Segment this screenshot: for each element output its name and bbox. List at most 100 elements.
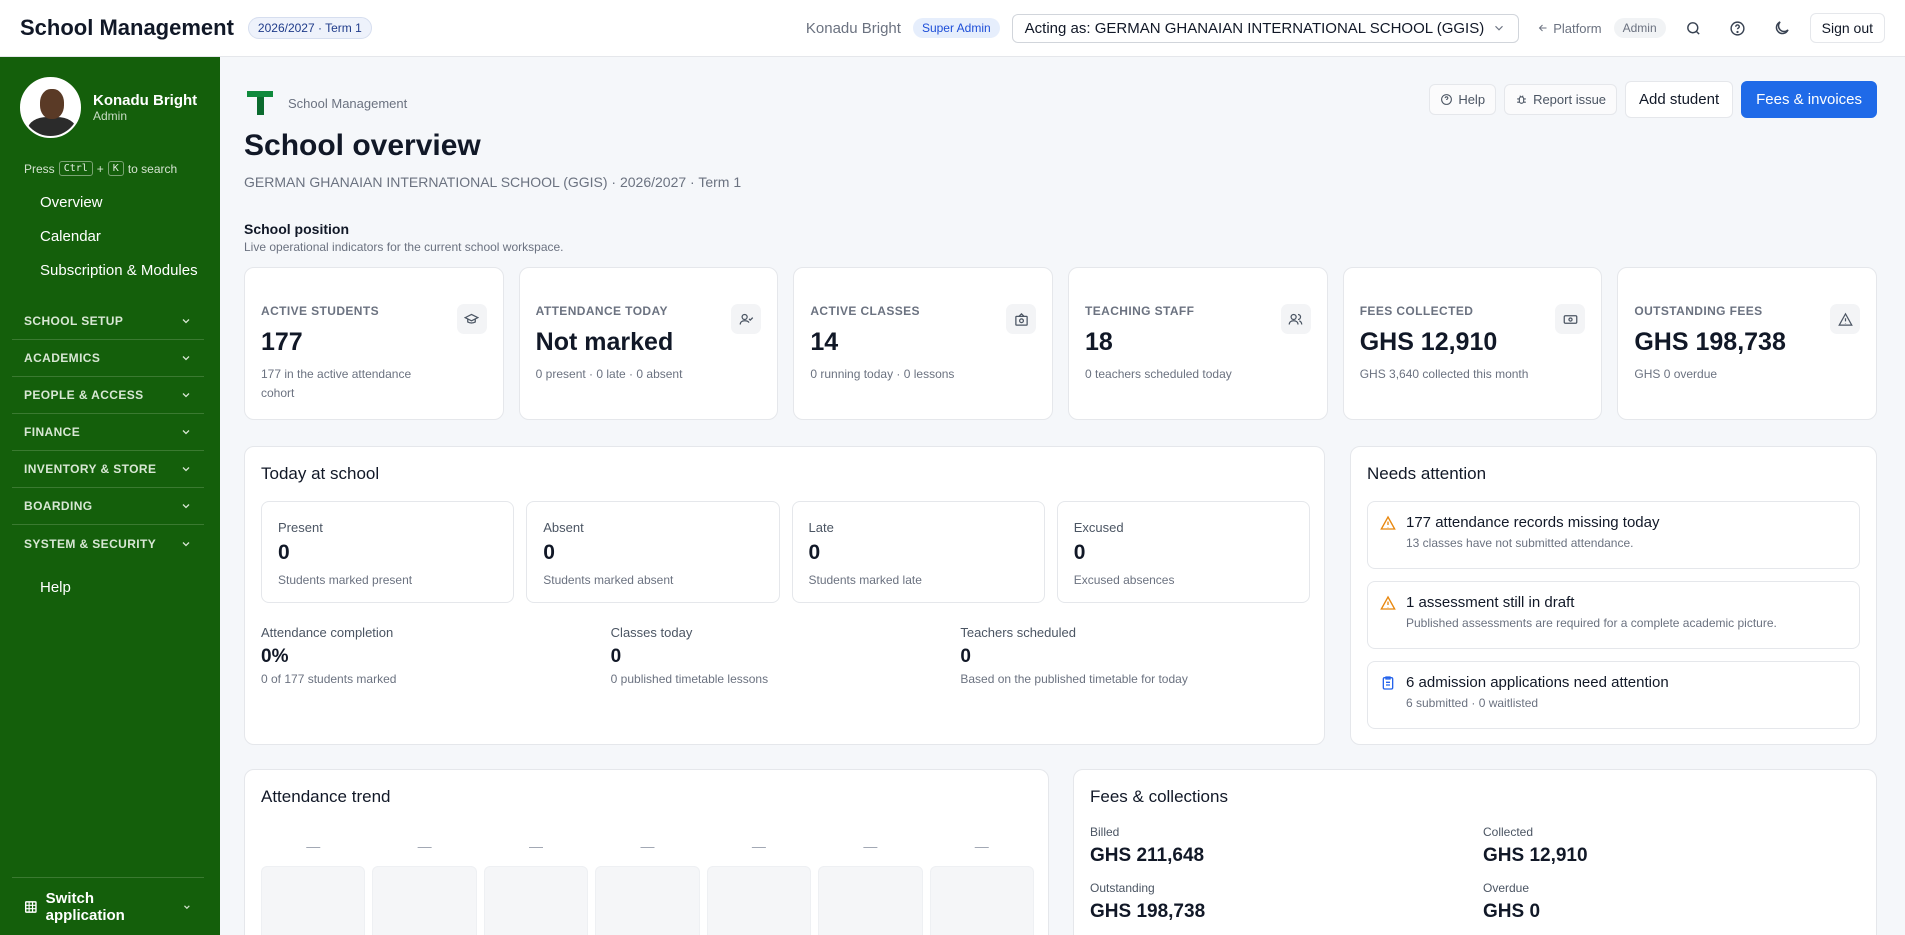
switch-application-button[interactable]: Switch application (12, 877, 204, 935)
acting-as-label: Acting as: GERMAN GHANAIAN INTERNATIONAL… (1024, 19, 1485, 37)
fees-collections-card: Fees & collections Billed GHS 211,648 Col… (1073, 769, 1877, 935)
trend-column: — (929, 838, 1034, 935)
users-icon (1280, 304, 1311, 334)
help-button[interactable]: Help (1429, 84, 1497, 115)
alert-item-assessment[interactable]: 1 assessment still in draft Published as… (1367, 581, 1860, 649)
sidebar-group-system-security[interactable]: SYSTEM & SECURITY (12, 525, 204, 562)
help-circle-button[interactable] (1722, 12, 1754, 44)
fee-label: Outstanding (1090, 881, 1155, 895)
stat-card-outstanding-fees[interactable]: OUTSTANDING FEES GHS 198,738 GHS 0 overd… (1617, 267, 1878, 420)
profile-role: Admin (93, 109, 128, 123)
warning-icon (1380, 515, 1396, 530)
sidebar-group-school-setup[interactable]: SCHOOL SETUP (12, 303, 204, 340)
mini-note: Excused absences (1073, 573, 1175, 587)
search-hint: Press Ctrl + K to search (24, 161, 177, 176)
stat-value: Not marked (535, 328, 674, 356)
alert-title: 6 admission applications need attention (1406, 674, 1669, 691)
alert-title: 177 attendance records missing today (1406, 514, 1660, 531)
trend-bar (372, 866, 477, 935)
alert-item-admissions[interactable]: 6 admission applications need attention … (1367, 661, 1860, 729)
fee-label: Collected (1483, 825, 1534, 839)
platform-label: Platform (1553, 20, 1602, 36)
mini-value: 0 (1073, 541, 1086, 564)
group-label: BOARDING (24, 499, 93, 513)
chevron-down-icon (184, 904, 190, 909)
stat-label: OUTSTANDING FEES (1634, 304, 1763, 318)
alert-note: 13 classes have not submitted attendance… (1406, 536, 1634, 550)
alert-note: Published assessments are required for a… (1406, 616, 1777, 630)
attendance-breakdown: Present 0 Students marked present Absent… (261, 501, 1310, 603)
needs-attention-card: Needs attention 177 attendance records m… (1350, 446, 1877, 745)
stat-label: ACTIVE STUDENTS (261, 304, 380, 318)
profile[interactable]: Konadu Bright Admin (20, 77, 197, 138)
alert-note: 6 submitted · 0 waitlisted (1406, 696, 1539, 710)
sidebar-item-help[interactable]: Help (40, 579, 71, 596)
stat-note: GHS 0 overdue (1634, 367, 1718, 381)
trend-column: — (261, 838, 366, 935)
sidebar-groups: SCHOOL SETUP ACADEMICS PEOPLE & ACCESS F… (12, 303, 204, 562)
kbd-k: K (107, 161, 124, 176)
sidebar-group-finance[interactable]: FINANCE (12, 414, 204, 451)
today-at-school-card: Today at school Present 0 Students marke… (244, 446, 1325, 745)
sidebar-item-calendar[interactable]: Calendar (40, 219, 210, 253)
sidebar-group-academics[interactable]: ACADEMICS (12, 340, 204, 377)
fee-value: GHS 211,648 (1090, 845, 1205, 866)
trend-bar (483, 866, 589, 935)
clipboard-icon (1382, 676, 1394, 690)
acting-as-select[interactable]: Acting as: GERMAN GHANAIAN INTERNATIONAL… (1011, 13, 1520, 43)
stat-card-active-students[interactable]: ACTIVE STUDENTS 177 177 in the active at… (244, 267, 504, 420)
stat-card-active-classes[interactable]: ACTIVE CLASSES 14 0 running today · 0 le… (793, 267, 1054, 420)
help-button-label: Help (1458, 92, 1486, 107)
stat-card-teaching-staff[interactable]: TEACHING STAFF 18 0 teachers scheduled t… (1068, 267, 1328, 420)
fee-billed: Billed GHS 211,648 (1090, 825, 1483, 867)
platform-link[interactable]: Platform (1537, 20, 1602, 36)
stat-note: 0 teachers scheduled today (1085, 367, 1232, 381)
sidebar-nav: Overview Calendar Subscription & Modules (40, 185, 210, 287)
mini-note: Students marked absent (543, 573, 674, 587)
trend-column: — (706, 838, 812, 935)
search-hint-pre: Press (24, 161, 55, 176)
warning-icon (1830, 304, 1861, 334)
tstat-label: Attendance completion (261, 625, 394, 640)
add-student-button[interactable]: Add student (1625, 81, 1734, 118)
sidebar-item-overview[interactable]: Overview (40, 185, 210, 219)
sidebar-group-boarding[interactable]: BOARDING (12, 488, 204, 525)
alert-item-attendance[interactable]: 177 attendance records missing today 13 … (1367, 501, 1860, 569)
top-bar: School Management 2026/2027 · Term 1 Kon… (0, 0, 1905, 57)
theme-toggle-button[interactable] (1766, 12, 1798, 44)
trend-column: — (818, 838, 923, 935)
tstat-note: 0 of 177 students marked (261, 672, 397, 686)
top-right-controls: Konadu Bright Super Admin Acting as: GER… (806, 12, 1885, 44)
trend-value: — (863, 838, 878, 854)
banknote-icon (1555, 304, 1586, 334)
trend-column: — (483, 838, 589, 935)
sidebar-item-subscription[interactable]: Subscription & Modules (40, 253, 210, 287)
app-title: School Management (20, 15, 234, 40)
sign-out-button[interactable]: Sign out (1809, 13, 1885, 43)
stat-card-fees-collected[interactable]: FEES COLLECTED GHS 12,910 GHS 3,640 coll… (1342, 267, 1603, 420)
stat-card-attendance-today[interactable]: ATTENDANCE TODAY Not marked 0 present · … (518, 267, 779, 420)
sidebar-group-people-access[interactable]: PEOPLE & ACCESS (12, 377, 204, 414)
group-label: FINANCE (24, 425, 81, 439)
trend-value: — (306, 838, 321, 854)
fees-invoices-button[interactable]: Fees & invoices (1741, 81, 1877, 118)
stat-value: 14 (810, 328, 839, 356)
sidebar-group-inventory[interactable]: INVENTORY & STORE (12, 451, 204, 488)
report-issue-button[interactable]: Report issue (1504, 84, 1618, 115)
trend-columns: — — — — — — — (261, 838, 1034, 935)
page-title: School overview (244, 129, 481, 162)
fee-value: GHS 12,910 (1483, 845, 1588, 866)
term-badge: 2026/2027 · Term 1 (247, 17, 372, 39)
present-card: Present 0 Students marked present (261, 501, 515, 603)
attendance-trend-card: Attendance trend — — — — — — — (244, 769, 1049, 935)
trend-value: — (417, 838, 432, 854)
card-title: Today at school (261, 464, 380, 483)
main-content: School Management Help Report issue Add … (220, 57, 1905, 935)
trend-value: — (529, 838, 544, 854)
fee-value: GHS 0 (1483, 901, 1541, 922)
search-button[interactable] (1678, 12, 1710, 44)
help-circle-icon (1730, 20, 1745, 36)
page-subtitle: GERMAN GHANAIAN INTERNATIONAL SCHOOL (GG… (244, 174, 742, 190)
card-title: Needs attention (1367, 464, 1487, 483)
stat-value: 177 (261, 328, 303, 356)
